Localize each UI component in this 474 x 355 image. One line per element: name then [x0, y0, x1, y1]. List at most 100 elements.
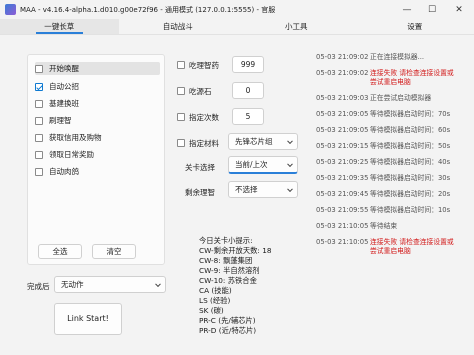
- minimize-button[interactable]: —: [396, 0, 418, 19]
- task-item-mall[interactable]: 获取信用及购物: [35, 131, 160, 144]
- select-all-button[interactable]: 全选: [38, 244, 82, 259]
- times-input[interactable]: 5: [232, 108, 264, 125]
- log-entry: 05-03 21:09:15 等待模拟器启动时间：50s: [316, 142, 456, 151]
- log-message: 正在连接模拟器...: [370, 53, 425, 61]
- log-entry: 05-03 21:10:05 等待结束: [316, 222, 456, 231]
- tip-line: CW-9: 半自然溶剂: [199, 266, 260, 275]
- after-complete-value: 无动作: [61, 280, 84, 289]
- link-start-button[interactable]: Link Start!: [54, 303, 122, 335]
- log-time: 05-03 21:09:05: [316, 126, 369, 134]
- chevron-down-icon: [287, 137, 293, 144]
- use-stone-checkbox[interactable]: [177, 87, 185, 95]
- log-entry: 05-03 21:09:35 等待模拟器启动时间：30s: [316, 174, 456, 183]
- task-checkbox[interactable]: [35, 167, 43, 176]
- log-message: 正在尝试启动模拟器: [370, 94, 432, 102]
- times-label: 指定次数: [189, 113, 219, 122]
- log-entry: 05-03 21:09:45 等待模拟器启动时间：20s: [316, 190, 456, 199]
- app-logo-icon: [5, 4, 16, 15]
- task-item-fight[interactable]: 刷理智: [35, 114, 160, 127]
- after-complete-select[interactable]: 无动作: [54, 276, 166, 293]
- times-checkbox[interactable]: [177, 113, 185, 121]
- use-stone-label: 吃源石: [189, 87, 212, 96]
- log-message: 等待模拟器启动时间：40s: [370, 158, 451, 166]
- task-label: 刷理智: [49, 116, 72, 125]
- material-value: 先锋芯片组: [235, 137, 273, 146]
- log-message: 等待模拟器启动时间：60s: [370, 126, 451, 134]
- task-checkbox[interactable]: [35, 99, 43, 108]
- log-entry: 05-03 21:09:25 等待模拟器启动时间：40s: [316, 158, 456, 167]
- log-message: 等待模拟器启动时间：70s: [370, 110, 451, 118]
- log-time: 05-03 21:09:15: [316, 142, 369, 150]
- log-time: 05-03 21:10:05: [316, 222, 369, 230]
- task-checkbox[interactable]: [35, 116, 43, 125]
- medicine-count-input[interactable]: 999: [232, 56, 264, 73]
- tab-farming[interactable]: 一键长草: [0, 19, 119, 34]
- log-entry: 05-03 21:09:02 正在连接模拟器...: [316, 53, 456, 62]
- task-item-wakeup[interactable]: 开始唤醒: [35, 62, 160, 75]
- log-message: 等待模拟器启动时间：10s: [370, 206, 451, 214]
- log-time: 05-03 21:09:55: [316, 206, 369, 214]
- task-item-roguelike[interactable]: 自动肉鸽: [35, 165, 160, 178]
- log-entry: 05-03 21:09:03 正在尝试启动模拟器: [316, 94, 456, 103]
- use-medicine-checkbox[interactable]: [177, 61, 185, 69]
- log-entry: 05-03 21:10:05 连接失败 请检查连接设置或尝试重启电脑: [316, 238, 456, 256]
- tab-auto-battle[interactable]: 自动战斗: [119, 19, 238, 34]
- window-title: MAA - v4.16.4-alpha.1.d010.g00e72f96 - 通…: [20, 5, 276, 14]
- tip-line: CA (技能): [199, 286, 232, 295]
- chevron-down-icon: [155, 280, 161, 287]
- stage-value: 当前/上次: [235, 160, 268, 169]
- log-entry: 05-03 21:09:05 等待模拟器启动时间：70s: [316, 110, 456, 119]
- use-medicine-label: 吃理智药: [189, 61, 219, 70]
- stone-count-input[interactable]: 0: [232, 82, 264, 99]
- task-item-award[interactable]: 领取日常奖励: [35, 148, 160, 161]
- title-bar: MAA - v4.16.4-alpha.1.d010.g00e72f96 - 通…: [0, 0, 474, 19]
- log-time: 05-03 21:09:02: [316, 69, 369, 77]
- task-checkbox[interactable]: [35, 150, 43, 159]
- log-message: 等待结束: [370, 222, 398, 230]
- task-item-recruit[interactable]: 自动公招: [35, 80, 160, 93]
- task-checkbox[interactable]: [35, 82, 43, 91]
- log-message: 连接失败 请检查连接设置或尝试重启电脑: [370, 69, 454, 86]
- tip-line: PR-C (先/辅芯片): [199, 316, 256, 325]
- log-time: 05-03 21:09:25: [316, 158, 369, 166]
- tip-line: CW-8: 飘蓬集团: [199, 256, 253, 265]
- tip-line: SK (碳): [199, 306, 224, 315]
- tip-line: LS (经验): [199, 296, 231, 305]
- tab-tools[interactable]: 小工具: [237, 19, 356, 34]
- remaining-sanity-select[interactable]: 不选择: [228, 181, 298, 198]
- close-button[interactable]: ✕: [448, 0, 470, 19]
- task-checkbox[interactable]: [35, 133, 43, 142]
- log-message: 等待模拟器启动时间：30s: [370, 174, 451, 182]
- remaining-sanity-label: 剩余理智: [185, 188, 215, 197]
- task-label: 自动公招: [49, 82, 79, 91]
- task-label: 开始唤醒: [49, 64, 79, 73]
- tip-line: 今日关卡小提示:: [199, 236, 253, 245]
- task-label: 领取日常奖励: [49, 150, 94, 159]
- chevron-down-icon: [287, 185, 293, 192]
- log-time: 05-03 21:10:05: [316, 238, 369, 246]
- clear-button[interactable]: 清空: [92, 244, 136, 259]
- stage-label: 关卡选择: [185, 163, 215, 172]
- stage-select[interactable]: 当前/上次: [228, 156, 298, 174]
- log-time: 05-03 21:09:35: [316, 174, 369, 182]
- material-label: 指定材料: [189, 139, 219, 148]
- tip-line: CW-剩余开放天数: 18: [199, 246, 272, 255]
- log-entry: 05-03 21:09:05 等待模拟器启动时间：60s: [316, 126, 456, 135]
- maximize-button[interactable]: ☐: [421, 0, 443, 19]
- log-time: 05-03 21:09:05: [316, 110, 369, 118]
- log-message: 连接失败 请检查连接设置或尝试重启电脑: [370, 238, 454, 255]
- log-message: 等待模拟器启动时间：20s: [370, 190, 451, 198]
- tab-settings[interactable]: 设置: [356, 19, 474, 34]
- log-entry: 05-03 21:09:02 连接失败 请检查连接设置或尝试重启电脑: [316, 69, 456, 87]
- log-entry: 05-03 21:09:55 等待模拟器启动时间：10s: [316, 206, 456, 215]
- tip-line: CW-10: 苏铁合金: [199, 276, 257, 285]
- material-select[interactable]: 先锋芯片组: [228, 133, 298, 150]
- task-checkbox[interactable]: [35, 64, 43, 73]
- remaining-sanity-value: 不选择: [235, 185, 258, 194]
- task-item-infrastructure[interactable]: 基建换班: [35, 97, 160, 110]
- stage-tips: 今日关卡小提示: CW-剩余开放天数: 18 CW-8: 飘蓬集团 CW-9: …: [199, 236, 272, 336]
- main-tabs: 一键长草 自动战斗 小工具 设置: [0, 19, 474, 35]
- task-label: 自动肉鸽: [49, 167, 79, 176]
- material-checkbox[interactable]: [177, 139, 185, 147]
- log-message: 等待模拟器启动时间：50s: [370, 142, 451, 150]
